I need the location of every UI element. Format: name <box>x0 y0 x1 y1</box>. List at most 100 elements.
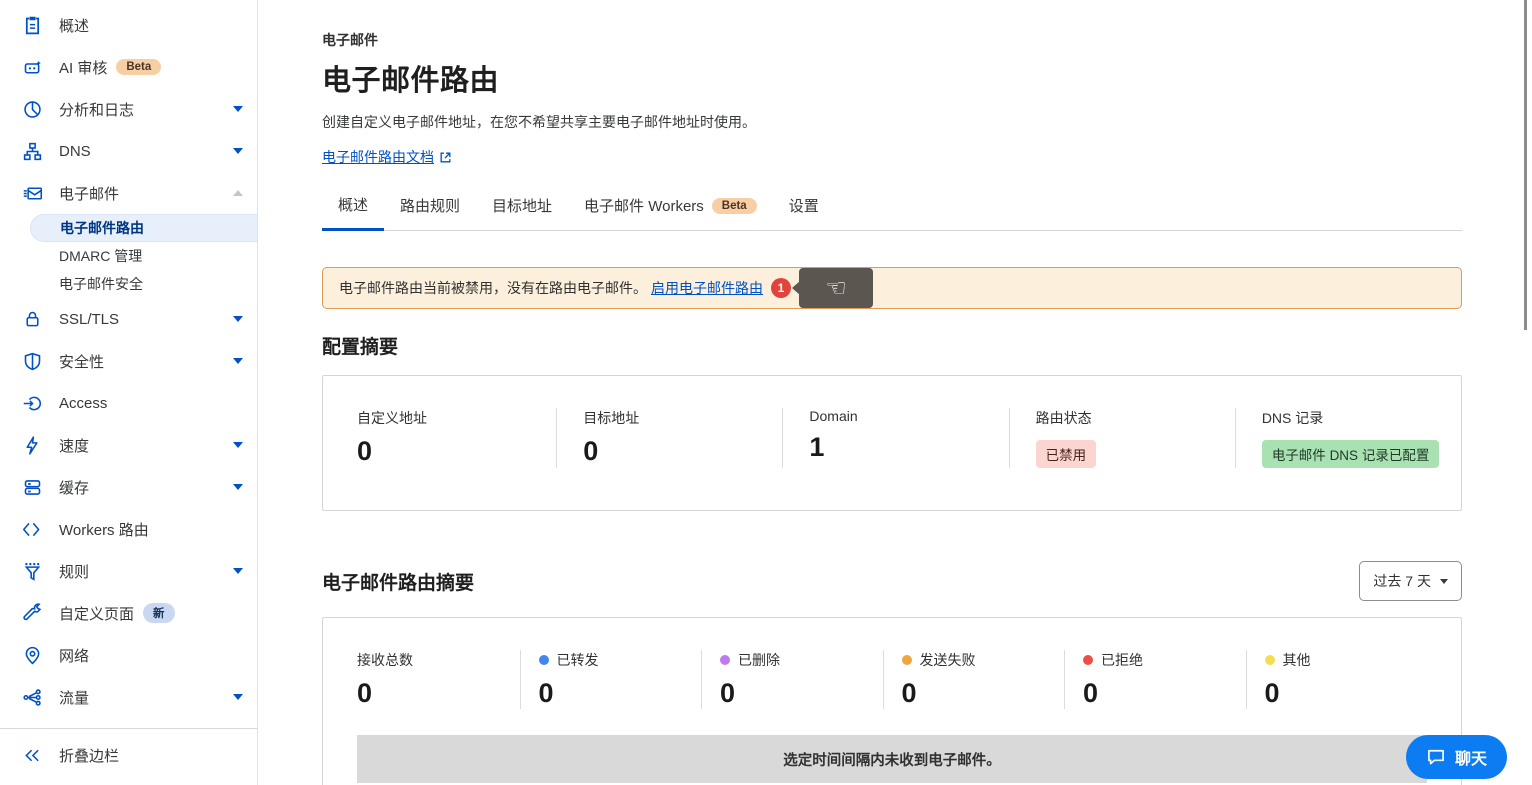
chat-bubble-icon <box>1426 747 1446 767</box>
sidebar-item-ssl-tls[interactable]: SSL/TLS <box>0 298 257 340</box>
app-window: 概述 AI 审核 Beta 分析和日志 DNS <box>0 0 1532 785</box>
sidebar-item-speed[interactable]: 速度 <box>0 424 257 466</box>
collapse-sidebar-button[interactable]: 折叠边栏 <box>0 734 257 776</box>
warning-message: 电子邮件路由当前被禁用，没有在路由电子邮件。 <box>339 278 647 298</box>
click-annotation-badge: 1 <box>771 278 791 298</box>
config-col-destination-addresses: 目标地址 0 <box>556 408 782 468</box>
stat-value: 0 <box>357 436 556 467</box>
section-eyebrow: 电子邮件 <box>322 30 1462 50</box>
hierarchy-icon <box>22 141 43 162</box>
sidebar-item-label: AI 审核 <box>59 57 107 78</box>
routing-summary-header: 电子邮件路由摘要 过去 7 天 <box>322 561 1462 601</box>
sidebar-item-rules[interactable]: 规则 <box>0 550 257 592</box>
sidebar-item-label: 自定义页面 <box>59 603 134 624</box>
sidebar-item-label: 流量 <box>59 687 89 708</box>
lightning-icon <box>22 435 43 456</box>
stat-label: 自定义地址 <box>357 408 556 428</box>
chat-button[interactable]: 聊天 <box>1406 735 1507 779</box>
clipboard-icon <box>22 15 43 36</box>
sidebar: 概述 AI 审核 Beta 分析和日志 DNS <box>0 0 258 785</box>
sidebar-item-network[interactable]: 网络 <box>0 634 257 676</box>
stat-value: 0 <box>1083 678 1246 709</box>
sidebar-item-email-routing[interactable]: 电子邮件路由 <box>30 214 257 242</box>
sidebar-item-label: 速度 <box>59 435 89 456</box>
tab-label: 电子邮件 Workers <box>584 195 704 216</box>
config-col-custom-addresses: 自定义地址 0 <box>323 408 556 468</box>
stat-label: 已删除 <box>720 650 883 670</box>
tab-bar: 概述 路由规则 目标地址 电子邮件 Workers Beta 设置 <box>322 194 1462 231</box>
code-brackets-icon <box>22 519 43 540</box>
beta-badge: Beta <box>116 59 161 75</box>
warning-banner: 电子邮件路由当前被禁用，没有在路由电子邮件。 启用电子邮件路由 1 ☜ <box>322 267 1462 309</box>
stat-value: 0 <box>1265 678 1428 709</box>
enable-email-routing-link[interactable]: 启用电子邮件路由 <box>651 278 763 298</box>
email-icon <box>22 183 43 204</box>
sidebar-item-analytics[interactable]: 分析和日志 <box>0 88 257 130</box>
tab-email-workers[interactable]: 电子邮件 Workers Beta <box>568 194 773 230</box>
chevron-down-icon <box>233 568 243 574</box>
status-badge-disabled: 已禁用 <box>1036 440 1097 468</box>
chevron-up-icon <box>233 190 243 196</box>
wrench-icon <box>22 603 43 624</box>
sidebar-item-label: 规则 <box>59 561 89 582</box>
cursor-overlay: ☜ <box>799 268 873 308</box>
sidebar-item-custom-pages[interactable]: 自定义页面 新 <box>0 592 257 634</box>
shield-icon <box>22 351 43 372</box>
time-range-select[interactable]: 过去 7 天 <box>1359 561 1462 601</box>
sidebar-item-dns[interactable]: DNS <box>0 130 257 172</box>
sidebar-subitem-label: 电子邮件安全 <box>59 274 143 294</box>
sidebar-item-label: 缓存 <box>59 477 89 498</box>
sidebar-item-label: 电子邮件 <box>59 183 119 204</box>
sidebar-item-ai-audit[interactable]: AI 审核 Beta <box>0 46 257 88</box>
sidebar-item-label: 安全性 <box>59 351 104 372</box>
main-content: 电子邮件 电子邮件路由 创建自定义电子邮件地址，在您不希望共享主要电子邮件地址时… <box>258 0 1532 785</box>
sidebar-item-workers-routes[interactable]: Workers 路由 <box>0 508 257 550</box>
stat-label: Domain <box>809 408 1008 424</box>
routing-summary-card: 接收总数 0 已转发 0 已删除 0 <box>322 617 1462 785</box>
legend-dot <box>539 655 549 665</box>
tab-settings[interactable]: 设置 <box>773 194 835 230</box>
sidebar-item-dmarc[interactable]: DMARC 管理 <box>0 242 257 270</box>
sidebar-item-overview[interactable]: 概述 <box>0 4 257 46</box>
legend-dot <box>720 655 730 665</box>
page-title: 电子邮件路由 <box>322 57 1462 99</box>
beta-badge: Beta <box>712 198 757 214</box>
stat-value: 1 <box>809 432 1008 463</box>
tab-routing-rules[interactable]: 路由规则 <box>384 194 476 230</box>
sidebar-item-label: SSL/TLS <box>59 311 119 328</box>
new-badge: 新 <box>143 603 175 623</box>
config-summary-card: 自定义地址 0 目标地址 0 Domain 1 路由状态 已禁用 DNS 记录 … <box>322 375 1462 511</box>
chevron-down-icon <box>233 316 243 322</box>
stat-col-rejected: 已拒绝 0 <box>1064 650 1246 709</box>
doc-link-label: 电子邮件路由文档 <box>322 147 434 167</box>
scrollbar-thumb[interactable] <box>1524 0 1527 330</box>
sidebar-item-label: 概述 <box>59 15 89 36</box>
tab-label: 概述 <box>338 194 368 215</box>
cursor-overlay-notch <box>792 281 800 295</box>
stat-value: 0 <box>357 678 520 709</box>
stat-label: 已拒绝 <box>1083 650 1246 670</box>
hand-cursor-icon: ☜ <box>825 276 847 300</box>
chat-button-label: 聊天 <box>1455 745 1487 769</box>
lock-icon <box>22 309 43 330</box>
traffic-branch-icon <box>22 687 43 708</box>
sidebar-item-label: 网络 <box>59 645 89 666</box>
stat-label: 已转发 <box>539 650 702 670</box>
doc-link[interactable]: 电子邮件路由文档 <box>322 147 452 167</box>
sidebar-item-traffic[interactable]: 流量 <box>0 676 257 718</box>
stat-label: 其他 <box>1265 650 1428 670</box>
chevron-down-icon <box>233 484 243 490</box>
stat-value: 0 <box>539 678 702 709</box>
sidebar-item-email-security[interactable]: 电子邮件安全 <box>0 270 257 298</box>
funnel-icon <box>22 561 43 582</box>
sidebar-item-email[interactable]: 电子邮件 <box>0 172 257 214</box>
status-badge-dns-configured: 电子邮件 DNS 记录已配置 <box>1262 440 1440 468</box>
sidebar-subitem-label: 电子邮件路由 <box>60 218 144 238</box>
sidebar-item-cache[interactable]: 缓存 <box>0 466 257 508</box>
tab-overview[interactable]: 概述 <box>322 194 384 231</box>
tab-destination-addresses[interactable]: 目标地址 <box>476 194 568 230</box>
stats-row: 接收总数 0 已转发 0 已删除 0 <box>357 650 1427 709</box>
sidebar-item-access[interactable]: Access <box>0 382 257 424</box>
stat-value: 0 <box>583 436 782 467</box>
sidebar-item-security[interactable]: 安全性 <box>0 340 257 382</box>
